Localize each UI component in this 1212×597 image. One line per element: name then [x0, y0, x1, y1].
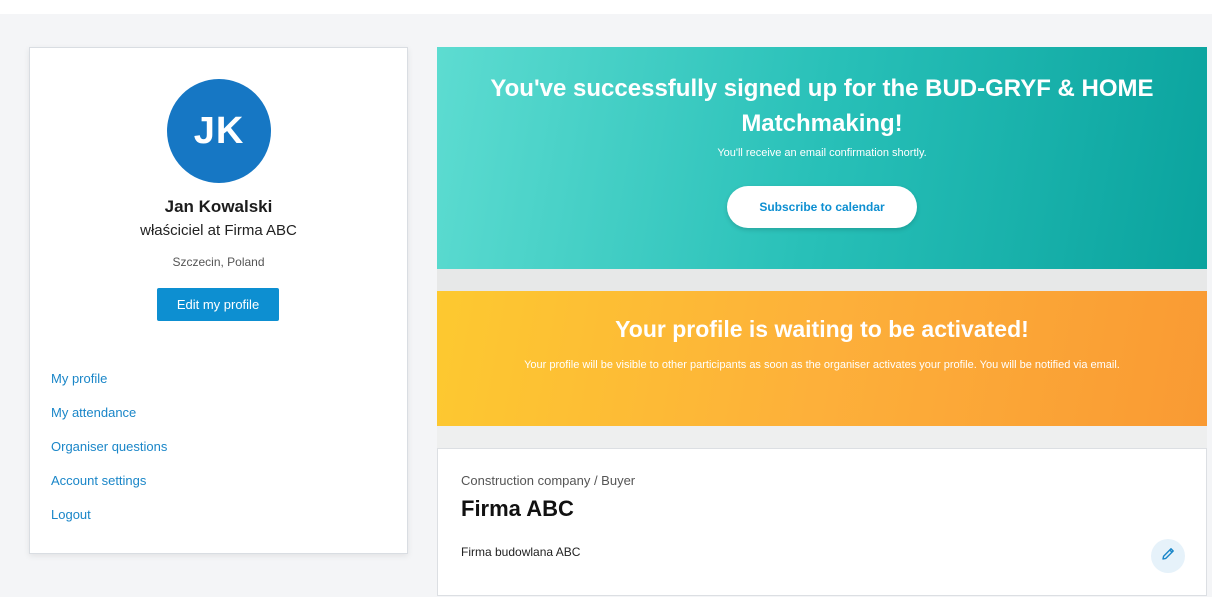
nav-item-my-attendance[interactable]: My attendance: [51, 405, 167, 439]
profile-nav: My profile My attendance Organiser quest…: [51, 371, 167, 541]
avatar: JK: [167, 79, 271, 183]
company-card: Construction company / Buyer Firma ABC F…: [437, 448, 1207, 596]
user-name: Jan Kowalski: [164, 197, 273, 216]
section-divider: [437, 269, 1207, 291]
nav-item-logout[interactable]: Logout: [51, 507, 167, 541]
section-divider: [437, 426, 1207, 448]
edit-company-button[interactable]: [1151, 539, 1185, 573]
company-name: Firma ABC: [461, 496, 574, 521]
pending-title: Your profile is waiting to be activated!: [615, 316, 1029, 342]
company-type: Construction company / Buyer: [461, 473, 636, 488]
pencil-icon: [1160, 546, 1176, 567]
nav-item-account-settings[interactable]: Account settings: [51, 473, 167, 507]
pending-text: Your profile will be visible to other pa…: [524, 359, 1120, 371]
nav-item-my-profile[interactable]: My profile: [51, 371, 167, 405]
signup-success-banner: You've successfully signed up for the BU…: [437, 47, 1207, 269]
top-bar: [0, 0, 1212, 14]
subscribe-calendar-button[interactable]: Subscribe to calendar: [727, 186, 917, 228]
edit-profile-button[interactable]: Edit my profile: [157, 288, 279, 321]
company-description: Firma budowlana ABC: [461, 545, 581, 559]
user-location: Szczecin, Poland: [172, 255, 265, 269]
profile-sidebar: JK Jan Kowalski właściciel at Firma ABC …: [29, 47, 408, 554]
activation-pending-banner: Your profile is waiting to be activated!…: [437, 291, 1207, 426]
success-subtitle: You'll receive an email confirmation sho…: [717, 147, 927, 159]
user-role: właściciel at Firma ABC: [140, 222, 297, 239]
success-title: You've successfully signed up for the BU…: [490, 75, 1154, 137]
nav-item-organiser-questions[interactable]: Organiser questions: [51, 439, 167, 473]
avatar-initials: JK: [193, 109, 245, 152]
